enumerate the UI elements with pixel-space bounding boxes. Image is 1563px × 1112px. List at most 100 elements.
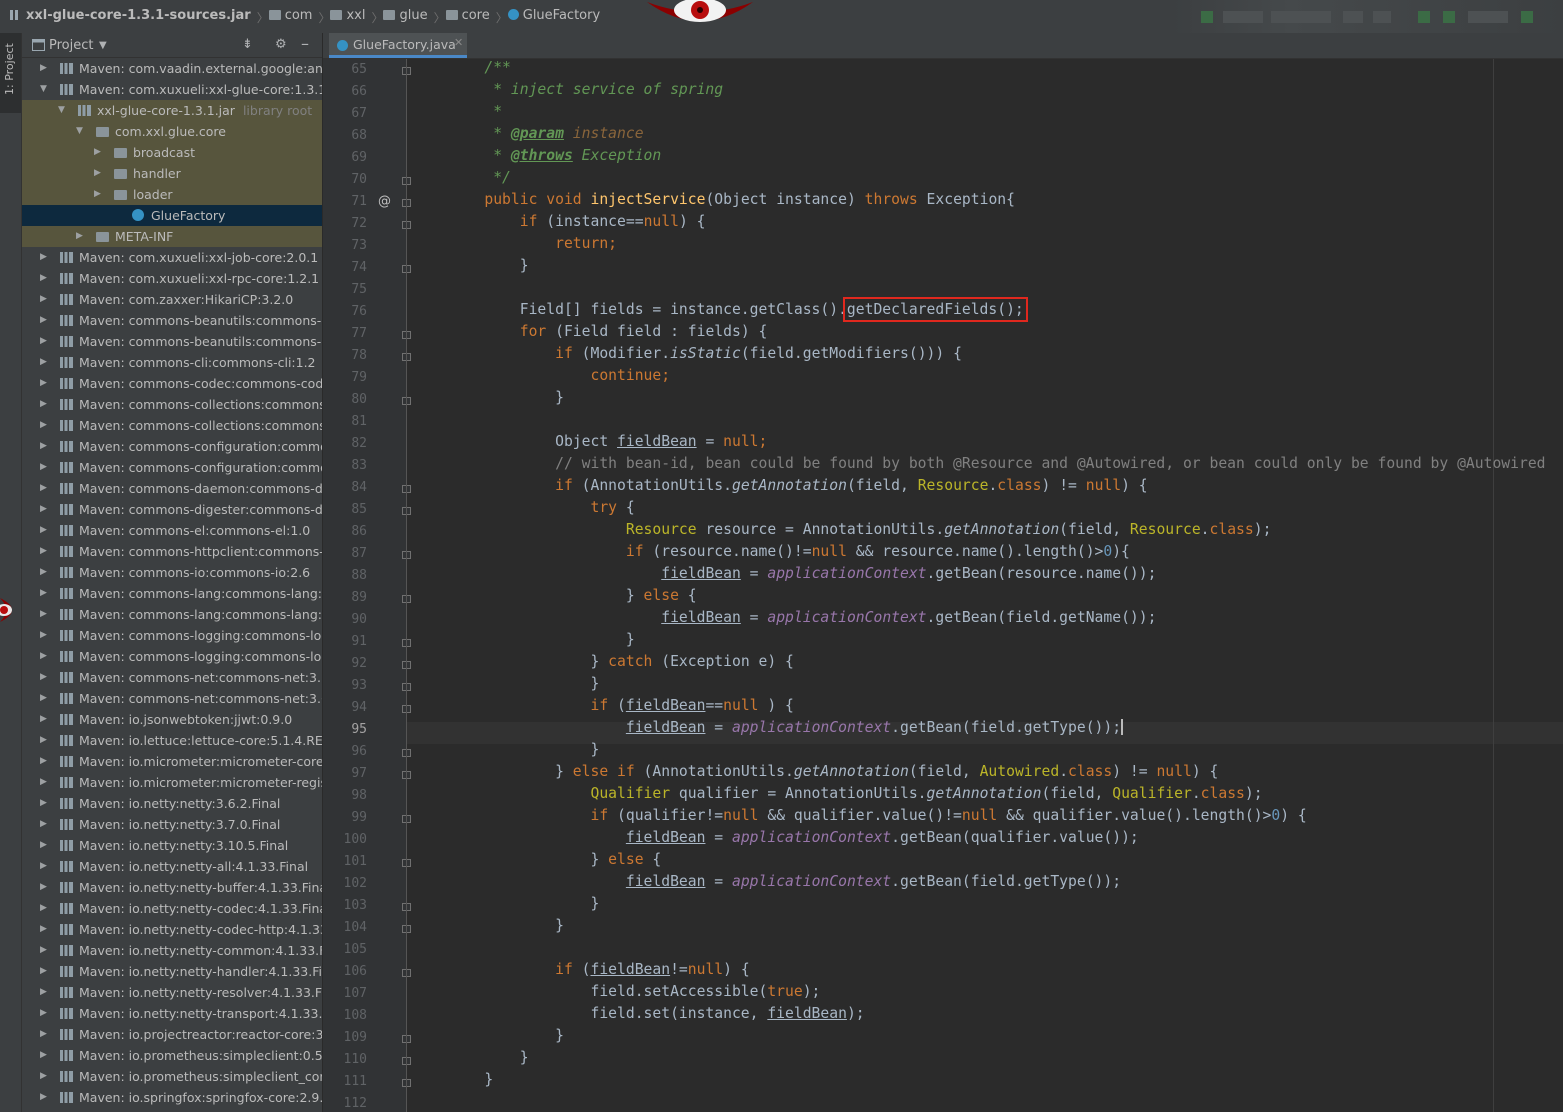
collapse-all-icon[interactable]: ⇟ bbox=[242, 37, 253, 52]
breadcrumb-item[interactable]: glue bbox=[383, 8, 428, 23]
breadcrumb-item[interactable]: xxl-glue-core-1.3.1-sources.jar bbox=[10, 8, 251, 23]
chevron-right-icon[interactable]: ▶ bbox=[40, 604, 47, 625]
tree-item[interactable]: ▶ Maven: commons-net:commons-net:3.6 bbox=[22, 688, 322, 709]
chevron-right-icon[interactable]: ▶ bbox=[40, 436, 47, 457]
chevron-right-icon[interactable]: ▶ bbox=[40, 961, 47, 982]
chevron-right-icon[interactable]: ▶ bbox=[40, 646, 47, 667]
chevron-right-icon[interactable]: ▶ bbox=[40, 793, 47, 814]
chevron-right-icon[interactable]: ▶ bbox=[40, 856, 47, 877]
tree-item[interactable]: ▶ Maven: io.projectreactor:reactor-core:3… bbox=[22, 1024, 322, 1045]
tree-item[interactable]: ▶ Maven: io.prometheus:simpleclient:0.5.0 bbox=[22, 1045, 322, 1066]
tree-item[interactable]: ▶ Maven: commons-io:commons-io:2.6 bbox=[22, 562, 322, 583]
tree-item[interactable]: ▶ Maven: io.netty:netty:3.10.5.Final bbox=[22, 835, 322, 856]
close-icon[interactable]: ✕ bbox=[454, 36, 463, 49]
chevron-right-icon[interactable]: ▶ bbox=[40, 688, 47, 709]
chevron-right-icon[interactable]: ▶ bbox=[40, 1024, 47, 1045]
chevron-right-icon[interactable]: ▶ bbox=[40, 373, 47, 394]
chevron-down-icon[interactable]: ▼ bbox=[99, 40, 107, 51]
chevron-right-icon[interactable]: ▶ bbox=[40, 814, 47, 835]
tree-item[interactable]: ▶ Maven: commons-beanutils:commons-bea bbox=[22, 331, 322, 352]
tree-item[interactable]: ▶ handler bbox=[22, 163, 322, 184]
tree-item[interactable]: ▶ Maven: io.netty:netty:3.6.2.Final bbox=[22, 793, 322, 814]
tree-item[interactable]: ▶ Maven: io.netty:netty-transport:4.1.33.… bbox=[22, 1003, 322, 1024]
tree-item[interactable]: ▶ Maven: commons-configuration:commons bbox=[22, 457, 322, 478]
tree-item[interactable]: ▶ broadcast bbox=[22, 142, 322, 163]
override-marker-icon[interactable]: @ bbox=[378, 194, 391, 209]
chevron-right-icon[interactable]: ▶ bbox=[40, 499, 47, 520]
breadcrumb-item[interactable]: GlueFactory bbox=[507, 8, 600, 23]
chevron-right-icon[interactable]: ▶ bbox=[40, 478, 47, 499]
tree-item[interactable]: ▶ Maven: commons-beanutils:commons-bea bbox=[22, 310, 322, 331]
chevron-right-icon[interactable]: ▶ bbox=[40, 1066, 47, 1087]
chevron-right-icon[interactable]: ▶ bbox=[40, 352, 47, 373]
tree-item[interactable]: ▼ com.xxl.glue.core bbox=[22, 121, 322, 142]
chevron-right-icon[interactable]: ▶ bbox=[40, 940, 47, 961]
chevron-right-icon[interactable]: ▶ bbox=[40, 415, 47, 436]
line-number-gutter[interactable]: 65 66 67 68 69 70 71 @72 73 74 75 76 77 78 79 80 81 82 83 8… bbox=[323, 59, 411, 1112]
chevron-right-icon[interactable]: ▶ bbox=[40, 289, 47, 310]
chevron-right-icon[interactable]: ▶ bbox=[40, 919, 47, 940]
tab-gluefactory-java[interactable]: GlueFactory.java ✕ bbox=[329, 33, 467, 58]
project-view-selector[interactable]: Project bbox=[49, 38, 93, 53]
chevron-right-icon[interactable]: ▶ bbox=[40, 520, 47, 541]
hide-panel-icon[interactable]: – bbox=[301, 34, 309, 53]
chevron-right-icon[interactable]: ▶ bbox=[40, 562, 47, 583]
tree-item[interactable]: ▼ xxl-glue-core-1.3.1.jar library root bbox=[22, 100, 322, 121]
breadcrumb-item[interactable]: com bbox=[268, 8, 312, 23]
chevron-right-icon[interactable]: ▶ bbox=[40, 709, 47, 730]
chevron-right-icon[interactable]: ▶ bbox=[40, 877, 47, 898]
chevron-right-icon[interactable]: ▶ bbox=[40, 730, 47, 751]
tree-item[interactable]: ▶ Maven: com.vaadin.external.google:andro bbox=[22, 58, 322, 79]
tree-item[interactable]: ▶ Maven: io.netty:netty-codec-http:4.1.33… bbox=[22, 919, 322, 940]
chevron-right-icon[interactable]: ▶ bbox=[40, 898, 47, 919]
breadcrumb-item[interactable]: core bbox=[445, 8, 490, 23]
tree-item[interactable]: ▶ Maven: commons-daemon:commons-dae bbox=[22, 478, 322, 499]
chevron-down-icon[interactable]: ▼ bbox=[40, 79, 47, 100]
tree-item[interactable]: ▶ Maven: io.netty:netty-buffer:4.1.33.Fin… bbox=[22, 877, 322, 898]
tree-item[interactable]: ▶ Maven: io.netty:netty-codec:4.1.33.Fina… bbox=[22, 898, 322, 919]
tree-item[interactable]: ▶ Maven: commons-lang:commons-lang:2.4 bbox=[22, 583, 322, 604]
chevron-right-icon[interactable]: ▶ bbox=[76, 226, 83, 247]
chevron-right-icon[interactable]: ▶ bbox=[40, 982, 47, 1003]
tree-item[interactable]: ▶ Maven: commons-el:commons-el:1.0 bbox=[22, 520, 322, 541]
tree-item[interactable]: ▶ Maven: io.netty:netty-all:4.1.33.Final bbox=[22, 856, 322, 877]
chevron-down-icon[interactable]: ▼ bbox=[76, 121, 83, 142]
tree-item[interactable]: ▶ Maven: io.netty:netty:3.7.0.Final bbox=[22, 814, 322, 835]
tree-item[interactable]: ▶ Maven: commons-collections:commons-co bbox=[22, 394, 322, 415]
tree-item[interactable]: ▶ Maven: com.xuxueli:xxl-job-core:2.0.1 bbox=[22, 247, 322, 268]
chevron-right-icon[interactable]: ▶ bbox=[40, 457, 47, 478]
tree-item[interactable]: ▶ Maven: io.micrometer:micrometer-registr… bbox=[22, 772, 322, 793]
breadcrumb-item[interactable]: xxl bbox=[330, 8, 365, 23]
chevron-right-icon[interactable]: ▶ bbox=[94, 142, 101, 163]
tree-item[interactable]: ▶ META-INF bbox=[22, 226, 322, 247]
chevron-right-icon[interactable]: ▶ bbox=[40, 394, 47, 415]
tree-item[interactable]: ▶ Maven: com.zaxxer:HikariCP:3.2.0 bbox=[22, 289, 322, 310]
chevron-right-icon[interactable]: ▶ bbox=[94, 163, 101, 184]
tree-item[interactable]: ▶ loader bbox=[22, 184, 322, 205]
chevron-down-icon[interactable]: ▼ bbox=[58, 100, 65, 121]
chevron-right-icon[interactable]: ▶ bbox=[40, 247, 47, 268]
tree-item[interactable]: ▶ Maven: commons-codec:commons-codec bbox=[22, 373, 322, 394]
tree-item[interactable]: ▶ Maven: io.netty:netty-handler:4.1.33.Fi… bbox=[22, 961, 322, 982]
tree-item[interactable]: ▶ Maven: commons-collections:commons-co bbox=[22, 415, 322, 436]
chevron-right-icon[interactable]: ▶ bbox=[40, 331, 47, 352]
chevron-right-icon[interactable]: ▶ bbox=[40, 583, 47, 604]
chevron-right-icon[interactable]: ▶ bbox=[40, 667, 47, 688]
chevron-right-icon[interactable]: ▶ bbox=[40, 625, 47, 646]
tree-item[interactable]: ▶ Maven: io.netty:netty-resolver:4.1.33.F… bbox=[22, 982, 322, 1003]
tree-item[interactable]: GlueFactory bbox=[22, 205, 322, 226]
tree-item[interactable]: ▶ Maven: io.netty:netty-common:4.1.33.Fin… bbox=[22, 940, 322, 961]
tree-item[interactable]: ▶ Maven: commons-logging:commons-logg bbox=[22, 646, 322, 667]
tree-item[interactable]: ▶ Maven: commons-logging:commons-logg bbox=[22, 625, 322, 646]
chevron-right-icon[interactable]: ▶ bbox=[40, 751, 47, 772]
chevron-right-icon[interactable]: ▶ bbox=[40, 541, 47, 562]
chevron-right-icon[interactable]: ▶ bbox=[40, 310, 47, 331]
chevron-right-icon[interactable]: ▶ bbox=[40, 268, 47, 289]
tree-item[interactable]: ▶ Maven: io.micrometer:micrometer-core:1. bbox=[22, 751, 322, 772]
tree-item[interactable]: ▶ Maven: commons-configuration:commons bbox=[22, 436, 322, 457]
tree-item[interactable]: ▶ Maven: commons-net:commons-net:3.1 bbox=[22, 667, 322, 688]
chevron-right-icon[interactable]: ▶ bbox=[40, 58, 47, 79]
tree-item[interactable]: ▶ Maven: io.lettuce:lettuce-core:5.1.4.RE… bbox=[22, 730, 322, 751]
chevron-right-icon[interactable]: ▶ bbox=[40, 1003, 47, 1024]
tree-item[interactable]: ▶ Maven: commons-digester:commons-dige bbox=[22, 499, 322, 520]
